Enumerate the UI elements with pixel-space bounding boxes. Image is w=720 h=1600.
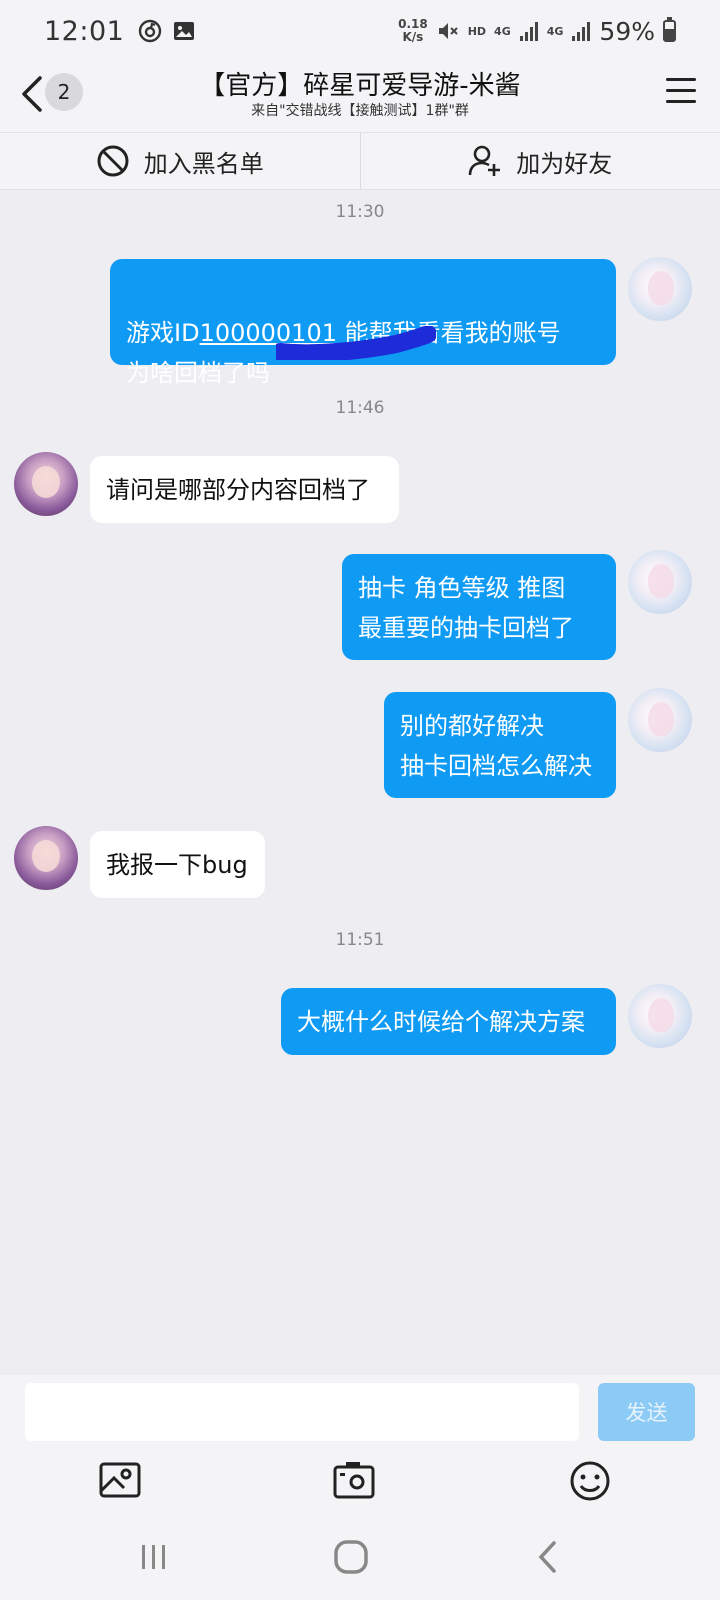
net-speed: 0.18 K/s xyxy=(398,17,428,44)
netease-music-icon xyxy=(139,19,162,43)
game-id-link[interactable]: 100000101 xyxy=(200,319,436,360)
mute-icon xyxy=(438,23,458,39)
chat-area[interactable]: 11:30 游戏ID100000101 能帮我看看我的账号 为啥回档了吗 11:… xyxy=(0,190,720,1375)
message-bubble-received[interactable]: 我报一下bug xyxy=(90,831,265,898)
net1-label: 4G xyxy=(494,24,511,38)
message-bubble-received[interactable]: 请问是哪部分内容回档了 xyxy=(90,456,399,523)
message-bubble-sent[interactable]: 游戏ID100000101 能帮我看看我的账号 为啥回档了吗 xyxy=(110,259,616,387)
chat-header: 2 【官方】碎星可爱导游-米酱 来自"交错战线【接触测试】1群"群 xyxy=(0,62,720,132)
timestamp: 11:51 xyxy=(335,930,385,950)
my-avatar[interactable] xyxy=(628,688,692,752)
blacklist-label: 加入黑名单 xyxy=(143,149,264,178)
signal-icon xyxy=(572,22,591,41)
contact-avatar[interactable] xyxy=(14,826,78,890)
page-title: 【官方】碎星可爱导游-米酱 xyxy=(199,71,521,101)
unread-badge[interactable]: 2 xyxy=(45,73,83,111)
send-button[interactable]: 发送 xyxy=(598,1383,695,1441)
menu-icon[interactable] xyxy=(666,78,696,106)
redaction-scribble xyxy=(275,326,436,360)
battery-percent: 59% xyxy=(599,16,655,46)
message-input[interactable] xyxy=(25,1383,579,1441)
signal-icon xyxy=(519,22,538,41)
add-friend-label: 加为好友 xyxy=(516,149,613,178)
status-bar: 12:01 0.18 K/s HD 4G 4G 59% xyxy=(0,0,720,62)
message-text-prefix: 游戏ID xyxy=(126,319,200,347)
my-avatar[interactable] xyxy=(628,984,692,1048)
camera-icon[interactable] xyxy=(332,1459,376,1503)
back-arrow-icon[interactable] xyxy=(18,74,46,114)
add-user-icon xyxy=(468,145,501,176)
block-icon xyxy=(97,145,129,177)
status-time: 12:01 xyxy=(44,15,125,47)
back-icon[interactable] xyxy=(526,1535,572,1579)
home-icon[interactable] xyxy=(328,1535,374,1579)
blacklist-button[interactable]: 加入黑名单 xyxy=(0,133,360,189)
battery-icon xyxy=(663,17,676,42)
recent-apps-icon[interactable] xyxy=(131,1535,177,1579)
emoji-icon[interactable] xyxy=(568,1459,612,1503)
photo-icon[interactable] xyxy=(98,1459,142,1503)
my-avatar[interactable] xyxy=(628,550,692,614)
message-bubble-sent[interactable]: 大概什么时候给个解决方案 xyxy=(281,988,616,1055)
hd-label: HD xyxy=(467,24,487,38)
image-icon xyxy=(174,22,195,40)
message-bubble-sent[interactable]: 别的都好解决 抽卡回档怎么解决 xyxy=(384,692,616,798)
timestamp: 11:46 xyxy=(335,398,385,418)
contact-avatar[interactable] xyxy=(14,452,78,516)
page-subtitle: 来自"交错战线【接触测试】1群"群 xyxy=(251,103,469,119)
net2-label: 4G xyxy=(546,24,564,38)
message-bubble-sent[interactable]: 抽卡 角色等级 推图 最重要的抽卡回档了 xyxy=(342,554,616,660)
system-nav-bar xyxy=(0,1515,720,1600)
my-avatar[interactable] xyxy=(628,257,692,321)
add-friend-button[interactable]: 加为好友 xyxy=(359,133,720,189)
action-bar: 加入黑名单 加为好友 xyxy=(0,132,720,190)
timestamp: 11:30 xyxy=(335,202,385,222)
